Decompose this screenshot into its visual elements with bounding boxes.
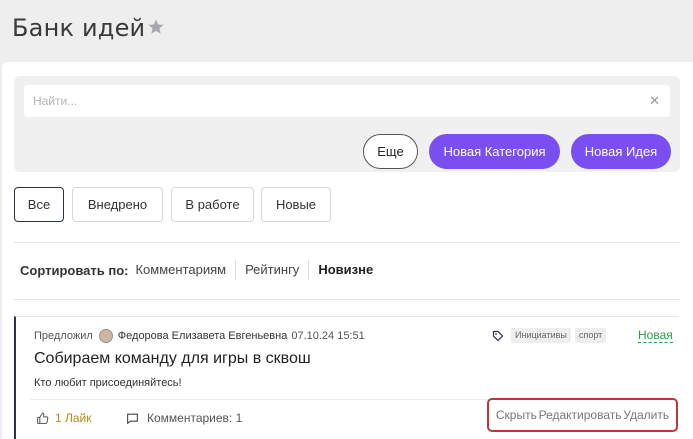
idea-meta: Предложил Федорова Елизавета Евгеньевна …	[34, 329, 365, 343]
divider	[14, 299, 680, 300]
edit-button[interactable]: Редактировать	[539, 408, 622, 422]
sort-bar: Сортировать по: Комментариям Рейтингу Но…	[20, 260, 382, 280]
filter-all[interactable]: Все	[14, 187, 64, 222]
comment-icon	[127, 413, 138, 424]
comments-count: Комментариев: 1	[147, 411, 243, 425]
filter-in-progress[interactable]: В работе	[171, 187, 254, 222]
tag-badge[interactable]: спорт	[575, 328, 607, 343]
sort-option-newest[interactable]: Новизне	[309, 260, 382, 280]
like-button[interactable]: 1 Лайк	[36, 411, 92, 425]
tag-badge[interactable]: Инициативы	[511, 328, 571, 343]
search-box: ✕	[24, 85, 670, 117]
tag-icon	[492, 330, 504, 342]
filter-implemented[interactable]: Внедрено	[72, 187, 163, 222]
avatar	[98, 329, 113, 343]
idea-actions: Скрыть Редактировать Удалить	[487, 398, 678, 432]
sort-label: Сортировать по:	[20, 262, 129, 278]
sort-option-rating[interactable]: Рейтингу	[236, 260, 310, 280]
idea-description: Кто любит присоединяйтесь!	[34, 377, 182, 389]
new-category-button[interactable]: Новая Категория	[429, 134, 560, 169]
sort-option-comments[interactable]: Комментариям	[128, 260, 237, 280]
like-count: 1 Лайк	[55, 411, 92, 425]
thumbs-up-icon	[37, 412, 49, 424]
comments-link[interactable]: Комментариев: 1	[126, 411, 242, 425]
divider	[14, 242, 680, 243]
author-name[interactable]: Федорова Елизавета Евгеньевна	[118, 330, 288, 342]
hide-button[interactable]: Скрыть	[496, 408, 537, 422]
idea-title[interactable]: Собираем команду для игры в сквош	[34, 350, 311, 368]
new-idea-button[interactable]: Новая Идея	[571, 134, 671, 169]
idea-date: 07.10.24 15:51	[291, 330, 365, 342]
star-icon[interactable]	[147, 18, 165, 36]
page-title: Банк идей	[12, 14, 146, 42]
delete-button[interactable]: Удалить	[623, 408, 669, 422]
status-badge[interactable]: Новая	[638, 328, 673, 343]
filter-new[interactable]: Новые	[261, 187, 331, 222]
proposed-label: Предложил	[34, 330, 93, 342]
more-button[interactable]: Еще	[363, 134, 418, 169]
close-icon[interactable]: ✕	[649, 93, 660, 109]
search-input[interactable]	[24, 85, 624, 117]
